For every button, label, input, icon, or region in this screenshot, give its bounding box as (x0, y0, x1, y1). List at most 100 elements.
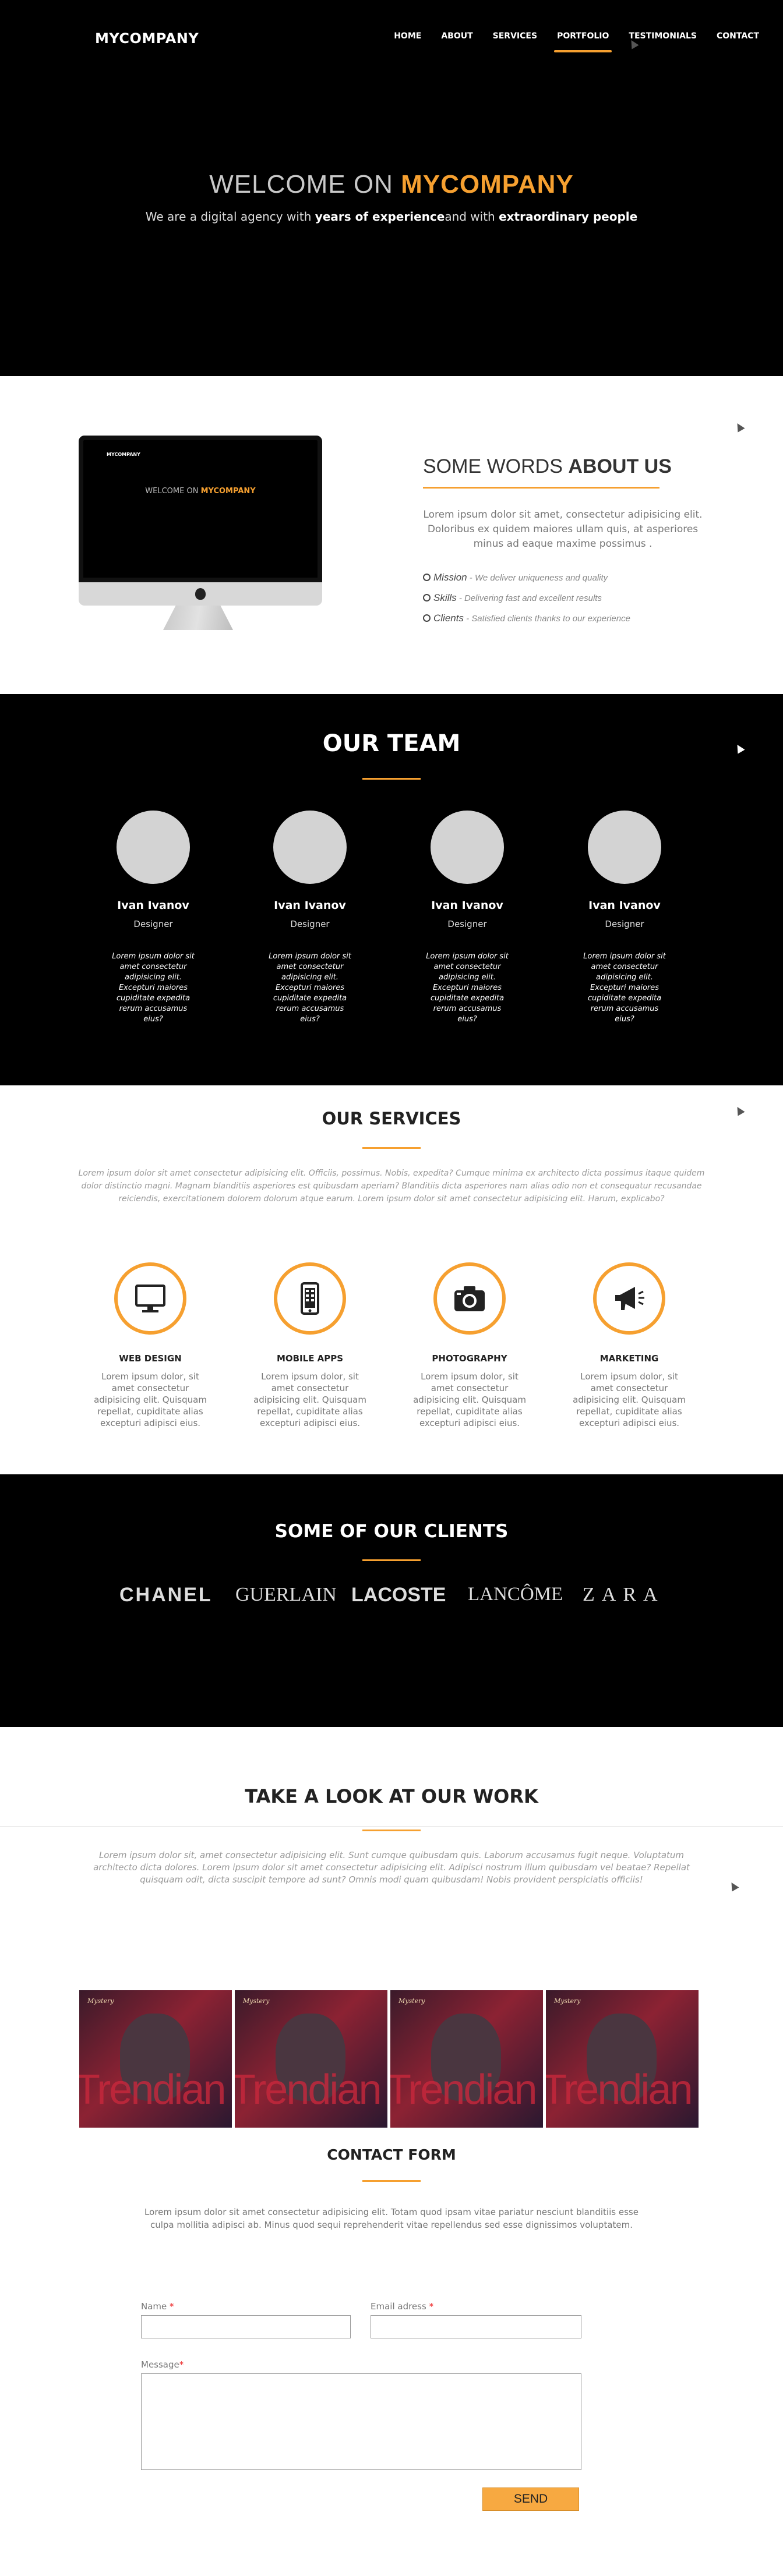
circle-check-icon (423, 574, 431, 581)
service-icon-circle (274, 1262, 346, 1335)
nav-contact[interactable]: CONTACT (707, 30, 769, 52)
team-member: Ivan Ivanov Designer Lorem ipsum dolor s… (566, 811, 683, 1025)
message-label-text: Message (141, 2359, 179, 2370)
hero-title: WELCOME ON MYCOMPANY (0, 170, 783, 199)
work-intro: Lorem ipsum dolor sit, amet consectetur … (93, 1850, 690, 1885)
member-role: Designer (447, 919, 487, 929)
send-button[interactable]: SEND (482, 2487, 579, 2511)
nav-about[interactable]: ABOUT (431, 30, 482, 52)
portfolio-item[interactable]: Mystery Trendian (235, 1990, 387, 2128)
circle-check-icon (423, 594, 431, 601)
contact-section: CONTACT FORM Lorem ipsum dolor sit amet … (0, 2129, 783, 2576)
service-desc: Lorem ipsum dolor, sit amet consectetur … (253, 1371, 366, 1428)
nav-services[interactable]: SERVICES (483, 30, 547, 52)
divider (0, 1826, 783, 1827)
thumb-word: Trendian (390, 2067, 537, 2113)
member-bio: Lorem ipsum dolor sit amet consectetur a… (583, 952, 666, 1024)
email-input[interactable] (371, 2315, 581, 2338)
mouse-cursor-icon (728, 1880, 739, 1892)
service-title: PHOTOGRAPHY (432, 1353, 507, 1364)
contact-intro: Lorem ipsum dolor sit amet consectetur a… (144, 2207, 639, 2230)
avatar (431, 811, 504, 884)
name-input[interactable] (141, 2315, 351, 2338)
mouse-cursor-icon (733, 421, 745, 433)
hero-title-brand: MYCOMPANY (401, 170, 574, 199)
apple-logo-icon (195, 588, 206, 600)
required-mark: * (179, 2359, 184, 2370)
about-title-prefix: SOME WORDS (423, 455, 563, 477)
service-title: WEB DESIGN (119, 1353, 182, 1364)
name-label-text: Name (141, 2301, 167, 2312)
camera-icon (454, 1286, 485, 1311)
services-intro: Lorem ipsum dolor sit amet consectetur a… (78, 1169, 705, 1204)
contact-title: CONTACT FORM (327, 2146, 456, 2163)
team-member: Ivan Ivanov Designer Lorem ipsum dolor s… (252, 811, 368, 1025)
service-title: MOBILE APPS (276, 1353, 344, 1364)
logo-zara: ZARA (583, 1584, 665, 1605)
services-section: OUR SERVICES Lorem ipsum dolor sit amet … (0, 1085, 783, 1474)
portfolio-item[interactable]: Mystery Trendian (546, 1990, 699, 2128)
hero-sub-bold-1: years of experience (315, 210, 445, 224)
required-mark: * (429, 2301, 434, 2312)
service-desc: Lorem ipsum dolor, sit amet consectetur … (413, 1371, 526, 1428)
team-title: OUR TEAM (322, 730, 461, 757)
hero-sub-bold-2: extraordinary people (499, 210, 638, 224)
about-desc: - Satisfied clients thanks to our experi… (466, 614, 630, 624)
thumb-word: Trendian (79, 2067, 226, 2113)
logo-chanel: CHANEL (119, 1584, 213, 1606)
imac-screen: MYCOMPANY WELCOME ON MYCOMPANY (79, 436, 322, 582)
about-term: Skills (433, 592, 457, 603)
service-icon-circle (114, 1262, 186, 1335)
member-bio: Lorem ipsum dolor sit amet consectetur a… (269, 952, 351, 1024)
member-name: Ivan Ivanov (588, 899, 661, 912)
work-section: TAKE A LOOK AT OUR WORK Lorem ipsum dolo… (0, 1727, 783, 2129)
member-bio: Lorem ipsum dolor sit amet consectetur a… (112, 952, 195, 1024)
member-name: Ivan Ivanov (274, 899, 346, 912)
phone-icon (301, 1282, 319, 1315)
member-role: Designer (133, 919, 173, 929)
nav-portfolio[interactable]: PORTFOLIO (547, 30, 619, 52)
hero-sub-text-1: We are a digital agency with (145, 210, 312, 224)
about-term: Mission (433, 572, 467, 583)
mock-brand: MYCOMPANY (107, 452, 140, 457)
required-mark: * (170, 2301, 174, 2312)
service-photography: PHOTOGRAPHY Lorem ipsum dolor, sit amet … (411, 1262, 528, 1429)
email-label-text: Email adress (371, 2301, 426, 2312)
about-section: MYCOMPANY WELCOME ON MYCOMPANY SOME WORD… (0, 376, 783, 694)
about-list-item-clients: Clients - Satisfied clients thanks to ou… (423, 613, 630, 624)
portfolio-item[interactable]: Mystery Trendian (79, 1990, 232, 2128)
avatar (588, 811, 661, 884)
avatar (273, 811, 347, 884)
service-mobile-apps: MOBILE APPS Lorem ipsum dolor, sit amet … (252, 1262, 368, 1429)
team-member: Ivan Ivanov Designer Lorem ipsum dolor s… (409, 811, 525, 1025)
portfolio-item[interactable]: Mystery Trendian (390, 1990, 543, 2128)
team-member: Ivan Ivanov Designer Lorem ipsum dolor s… (95, 811, 211, 1025)
about-desc: - Delivering fast and excellent results (458, 593, 602, 603)
message-textarea[interactable] (141, 2373, 581, 2470)
imac-stand (163, 606, 233, 630)
imac-chin (79, 582, 322, 606)
mock-title-prefix: WELCOME ON (145, 487, 199, 496)
about-list-item-mission: Mission - We deliver uniqueness and qual… (423, 572, 630, 583)
about-term: Clients (433, 613, 464, 624)
name-label: Name * (141, 2301, 174, 2312)
nav-home[interactable]: HOME (384, 30, 431, 52)
service-desc: Lorem ipsum dolor, sit amet consectetur … (573, 1371, 686, 1428)
avatar (117, 811, 190, 884)
member-role: Designer (605, 919, 644, 929)
mock-title-brand: MYCOMPANY (200, 487, 256, 496)
team-section: OUR TEAM Ivan Ivanov Designer Lorem ipsu… (0, 694, 783, 1085)
circle-check-icon (423, 614, 431, 622)
about-list: Mission - We deliver uniqueness and qual… (423, 572, 630, 633)
thumb-tag: Mystery (87, 1997, 114, 2005)
logo-guerlain: GUERLAIN (235, 1584, 337, 1605)
service-icon-circle (433, 1262, 506, 1335)
logo-lancome: LANCÔME (468, 1584, 563, 1605)
mock-hero-title: WELCOME ON MYCOMPANY (83, 487, 318, 496)
thumb-tag: Mystery (243, 1997, 270, 2005)
team-title-underline (362, 778, 421, 780)
service-desc: Lorem ipsum dolor, sit amet consectetur … (94, 1371, 207, 1428)
member-name: Ivan Ivanov (431, 899, 503, 912)
brand-logo[interactable]: MYCOMPANY (95, 30, 199, 47)
monitor-icon (135, 1285, 165, 1312)
